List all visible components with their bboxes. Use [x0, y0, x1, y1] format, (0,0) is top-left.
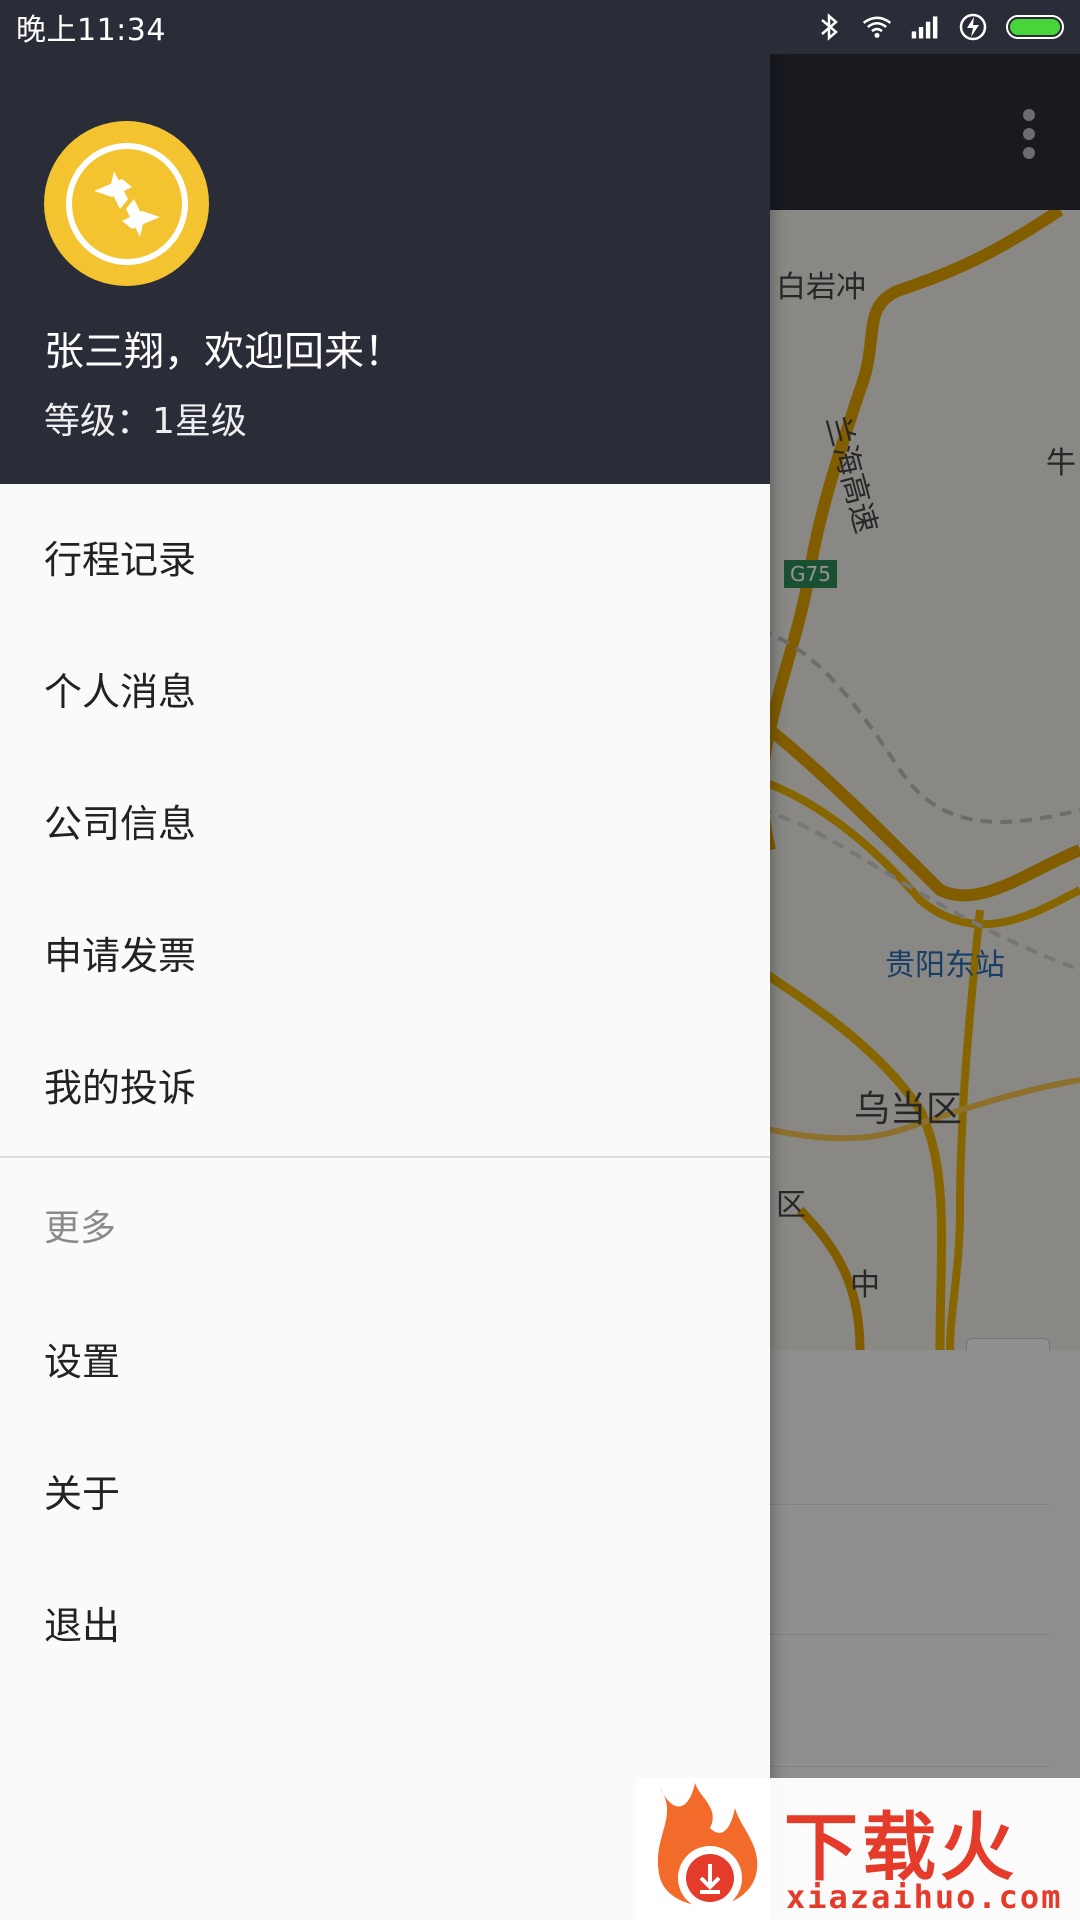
watermark: 下载火 xiazaihuo.com [636, 1778, 1080, 1920]
drawer-menu: 行程记录 个人消息 公司信息 申请发票 我的投诉 [0, 484, 770, 1150]
avatar[interactable] [44, 121, 209, 286]
bluetooth-icon [814, 12, 844, 42]
watermark-url: xiazaihuo.com [786, 1878, 1063, 1916]
navigation-drawer: 张三翔，欢迎回来！ 等级：1星级 行程记录 个人消息 公司信息 申请发票 我的投… [0, 54, 770, 1920]
status-icons [814, 12, 1064, 42]
drawer-header: 张三翔，欢迎回来！ 等级：1星级 [0, 54, 770, 484]
status-bar: 晚上11:34 [0, 0, 1080, 54]
flame-logo-icon [657, 1783, 758, 1910]
menu-item-invoice[interactable]: 申请发票 [0, 886, 770, 1018]
user-greeting: 张三翔，欢迎回来！ [44, 329, 404, 375]
more-section-header: 更多 [44, 1208, 117, 1249]
menu-item-settings[interactable]: 设置 [0, 1292, 770, 1424]
status-time: 晚上11:34 [16, 13, 166, 48]
menu-item-logout[interactable]: 退出 [0, 1556, 770, 1688]
menu-item-company-info[interactable]: 公司信息 [0, 754, 770, 886]
menu-item-messages[interactable]: 个人消息 [0, 622, 770, 754]
wifi-icon [862, 12, 892, 42]
drawer-more-menu: 设置 关于 退出 [0, 1292, 770, 1688]
battery-icon [1006, 15, 1064, 39]
menu-item-trip-records[interactable]: 行程记录 [0, 490, 770, 622]
logo-icon [65, 142, 188, 265]
signal-icon [910, 12, 940, 42]
user-level: 等级：1星级 [44, 401, 247, 442]
menu-item-about[interactable]: 关于 [0, 1424, 770, 1556]
charging-icon [958, 12, 988, 42]
menu-item-complaints[interactable]: 我的投诉 [0, 1018, 770, 1150]
